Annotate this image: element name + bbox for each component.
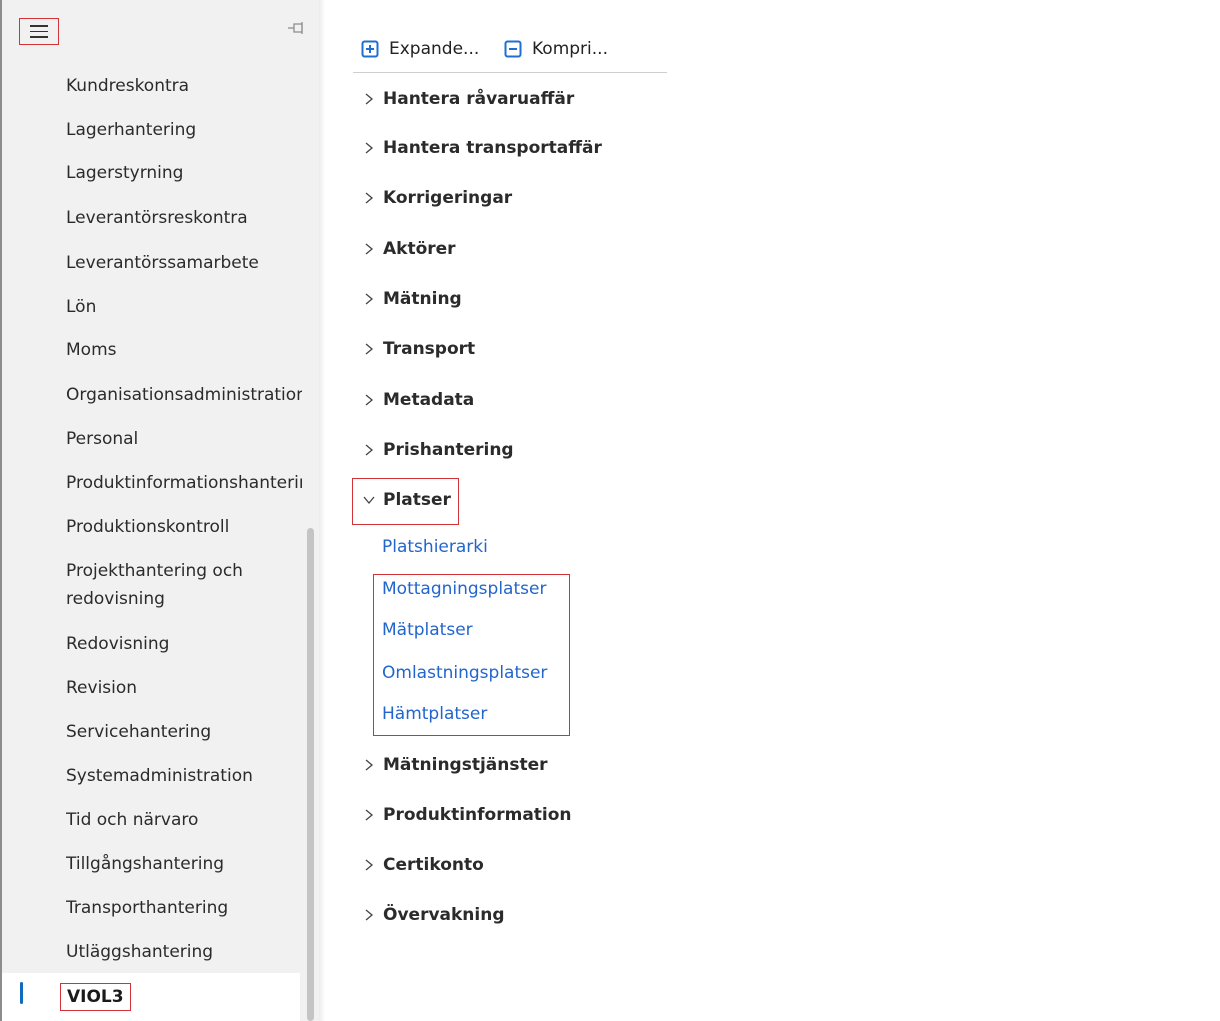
nav-item-lagerstyrning[interactable]: Lagerstyrning — [66, 159, 302, 187]
collapse-all-label: Kompri... — [532, 39, 608, 59]
tree-group-matning[interactable]: Mätning — [362, 284, 462, 314]
tree-group-metadata[interactable]: Metadata — [362, 385, 474, 415]
chevron-right-icon — [365, 394, 374, 406]
tree-group-label: Korrigeringar — [383, 188, 513, 208]
nav-item-leverantorsreskontra[interactable]: Leverantörsreskontra — [66, 204, 302, 232]
nav-item-label: VIOL3 — [60, 983, 131, 1011]
hamburger-icon-line — [30, 30, 48, 33]
nav-item-leverantorssamarbete[interactable]: Leverantörssamarbete — [66, 249, 302, 277]
nav-item-utlaggshantering[interactable]: Utläggshantering — [66, 938, 302, 966]
tree-group-hantera-transportaffar[interactable]: Hantera transportaffär — [362, 133, 602, 163]
hamburger-menu-button[interactable] — [19, 18, 59, 45]
tree-group-label: Platser — [383, 490, 451, 510]
chevron-right-icon — [365, 759, 374, 771]
tree-group-label: Certikonto — [383, 855, 484, 875]
chevron-right-icon — [365, 142, 374, 154]
tree-group-produktinformation[interactable]: Produktinformation — [362, 800, 572, 830]
chevron-right-icon — [365, 909, 374, 921]
link-omlastningsplatser[interactable]: Omlastningsplatser — [382, 659, 547, 687]
tree-group-label: Mätningstjänster — [383, 755, 548, 775]
selected-indicator — [20, 982, 23, 1004]
nav-item-systemadministration[interactable]: Systemadministration — [66, 762, 302, 790]
tree-group-certikonto[interactable]: Certikonto — [362, 850, 484, 880]
nav-item-projekthantering[interactable]: Projekthantering och redovisning — [66, 557, 266, 613]
nav-item-lagerhantering[interactable]: Lagerhantering — [66, 116, 302, 144]
nav-item-tid-och-narvaro[interactable]: Tid och närvaro — [66, 806, 302, 834]
tree-group-overvakning[interactable]: Övervakning — [362, 900, 505, 930]
nav-item-lon[interactable]: Lön — [66, 293, 302, 321]
chevron-right-icon — [365, 444, 374, 456]
hamburger-icon-line — [30, 25, 48, 27]
nav-item-organisationsadministration[interactable]: Organisationsadministration — [66, 381, 302, 409]
link-matplatser[interactable]: Mätplatser — [382, 616, 473, 644]
tree-group-label: Metadata — [383, 390, 475, 410]
page: Kundreskontra Lagerhantering Lagerstyrni… — [0, 0, 1220, 1021]
chevron-right-icon — [365, 343, 374, 355]
nav-item-tillgangshantering[interactable]: Tillgångshantering — [66, 850, 302, 878]
link-platshierarki[interactable]: Platshierarki — [382, 533, 488, 561]
expand-all-label: Expande... — [389, 39, 480, 59]
tree-group-korrigeringar[interactable]: Korrigeringar — [362, 183, 512, 213]
tree-group-label: Aktörer — [383, 239, 456, 259]
nav-item-transporthantering[interactable]: Transporthantering — [66, 894, 302, 922]
expand-all-button[interactable]: Expande... — [361, 36, 479, 62]
tree-group-label: Hantera transportaffär — [383, 138, 602, 158]
tree-group-aktorer[interactable]: Aktörer — [362, 234, 456, 264]
expand-all-icon — [361, 40, 379, 58]
tree-group-label: Produktinformation — [383, 805, 572, 825]
nav-item-produktionskontroll[interactable]: Produktionskontroll — [66, 513, 302, 541]
nav-item-moms[interactable]: Moms — [66, 336, 302, 364]
tree-group-platser[interactable]: Platser — [362, 485, 451, 515]
link-hamtplatser[interactable]: Hämtplatser — [382, 700, 487, 728]
chevron-right-icon — [365, 293, 374, 305]
tree-group-label: Hantera råvaruaffär — [383, 89, 575, 109]
tree-toolbar: Expande... Kompri... — [353, 26, 667, 73]
chevron-right-icon — [365, 93, 374, 105]
chevron-right-icon — [365, 243, 374, 255]
pin-icon[interactable] — [287, 20, 307, 36]
tree-group-prishantering[interactable]: Prishantering — [362, 435, 514, 465]
chevron-right-icon — [365, 192, 374, 204]
nav-scrollbar[interactable] — [307, 528, 314, 1021]
nav-item-produktinformationshantering[interactable]: Produktinformationshantering — [66, 469, 302, 497]
tree-group-hantera-ravaruaffar[interactable]: Hantera råvaruaffär — [362, 84, 574, 114]
collapse-all-button[interactable]: Kompri... — [504, 36, 608, 62]
nav-item-revision[interactable]: Revision — [66, 674, 302, 702]
tree-group-label: Prishantering — [383, 440, 514, 460]
nav-item-kundreskontra[interactable]: Kundreskontra — [66, 72, 302, 100]
tree-group-label: Övervakning — [383, 905, 505, 925]
nav-item-redovisning[interactable]: Redovisning — [66, 630, 302, 658]
navigation-pane: Kundreskontra Lagerhantering Lagerstyrni… — [0, 0, 325, 1021]
nav-item-viol3[interactable]: VIOL3 — [2, 973, 300, 1021]
collapse-all-icon — [504, 40, 522, 58]
nav-item-personal[interactable]: Personal — [66, 425, 302, 453]
hamburger-icon-line — [30, 36, 48, 38]
chevron-down-icon — [363, 496, 375, 505]
tree-group-matningstjanster[interactable]: Mätningstjänster — [362, 750, 548, 780]
chevron-right-icon — [365, 859, 374, 871]
tree-group-label: Mätning — [383, 289, 462, 309]
link-mottagningsplatser[interactable]: Mottagningsplatser — [382, 575, 546, 603]
tree-group-transport[interactable]: Transport — [362, 334, 475, 364]
tree-group-label: Transport — [383, 339, 476, 359]
nav-item-servicehantering[interactable]: Servicehantering — [66, 718, 302, 746]
chevron-right-icon — [365, 809, 374, 821]
